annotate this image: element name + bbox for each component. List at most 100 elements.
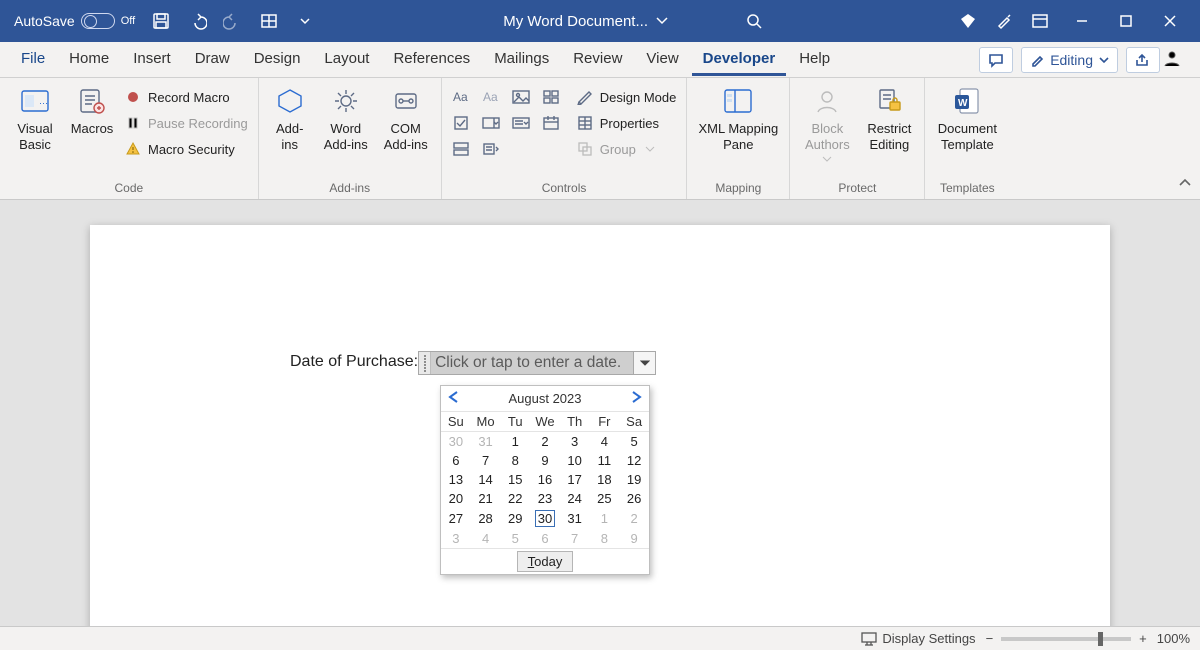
tab-view[interactable]: View [635,43,689,76]
calendar-day-cell[interactable]: 3 [560,432,590,452]
tab-file[interactable]: File [10,43,56,76]
calendar-day-cell[interactable]: 14 [471,470,501,489]
record-macro-button[interactable]: Record Macro [120,84,252,110]
autosave-toggle[interactable]: AutoSave Off [8,13,141,29]
calendar-day-cell[interactable]: 29 [500,508,530,529]
calendar-day-cell[interactable]: 8 [500,451,530,470]
calendar-day-cell[interactable]: 12 [619,451,649,470]
tab-home[interactable]: Home [58,43,120,76]
maximize-button[interactable] [1104,5,1148,37]
design-mode-button[interactable]: Design Mode [572,84,681,110]
calendar-day-cell[interactable]: 30 [530,508,560,529]
properties-button[interactable]: Properties [572,110,681,136]
document-title[interactable]: My Word Document... [503,13,668,30]
display-settings-button[interactable]: Display Settings [861,631,975,646]
search-button[interactable] [738,5,770,37]
tab-layout[interactable]: Layout [313,43,380,76]
tab-draw[interactable]: Draw [184,43,241,76]
calendar-day-cell[interactable]: 9 [619,529,649,548]
macro-security-button[interactable]: Macro Security [120,136,252,162]
word-addins-button[interactable]: Word Add-ins [317,82,375,154]
calendar-day-cell[interactable]: 9 [530,451,560,470]
calendar-day-cell[interactable]: 1 [500,432,530,452]
calendar-day-cell[interactable]: 11 [590,451,620,470]
tab-design[interactable]: Design [243,43,312,76]
com-addins-button[interactable]: COM Add-ins [377,82,435,154]
calendar-day-cell[interactable]: 31 [560,508,590,529]
tab-review[interactable]: Review [562,43,633,76]
calendar-day-cell[interactable]: 18 [590,470,620,489]
date-picker-content-control[interactable]: Click or tap to enter a date. [418,351,656,375]
date-dropdown-button[interactable] [633,352,655,374]
calendar-day-cell[interactable]: 2 [619,508,649,529]
addins-button[interactable]: Add- ins [265,82,315,154]
tab-references[interactable]: References [382,43,481,76]
calendar-day-cell[interactable]: 25 [590,489,620,508]
undo-button[interactable] [181,5,213,37]
plain-text-control-button[interactable]: Aa [478,85,504,109]
calendar-day-cell[interactable]: 27 [441,508,471,529]
collapse-ribbon-button[interactable] [1178,176,1192,193]
calendar-day-cell[interactable]: 3 [441,529,471,548]
calendar-day-cell[interactable]: 19 [619,470,649,489]
tab-developer[interactable]: Developer [692,43,787,76]
save-button[interactable] [145,5,177,37]
control-grip[interactable] [419,352,431,374]
comments-button[interactable] [979,47,1013,73]
account-icon[interactable] [1162,48,1190,71]
diamond-icon[interactable] [952,5,984,37]
calendar-day-cell[interactable]: 28 [471,508,501,529]
qat-dropdown-button[interactable] [289,5,321,37]
repeating-section-control-button[interactable] [448,137,474,161]
calendar-day-cell[interactable]: 15 [500,470,530,489]
minimize-button[interactable] [1060,5,1104,37]
combobox-control-button[interactable] [478,111,504,135]
calendar-day-cell[interactable]: 16 [530,470,560,489]
tab-insert[interactable]: Insert [122,43,182,76]
brush-icon[interactable] [988,5,1020,37]
dropdown-control-button[interactable] [508,111,534,135]
checkbox-control-button[interactable] [448,111,474,135]
calendar-day-cell[interactable]: 23 [530,489,560,508]
zoom-slider[interactable] [1001,637,1131,641]
calendar-day-cell[interactable]: 5 [500,529,530,548]
calendar-day-cell[interactable]: 30 [441,432,471,452]
calendar-day-cell[interactable]: 7 [471,451,501,470]
calendar-day-cell[interactable]: 6 [530,529,560,548]
date-picker-control-button[interactable] [538,111,564,135]
picture-control-button[interactable] [508,85,534,109]
calendar-day-cell[interactable]: 22 [500,489,530,508]
zoom-out-button[interactable]: − [986,631,994,646]
calendar-day-cell[interactable]: 7 [560,529,590,548]
calendar-day-cell[interactable]: 24 [560,489,590,508]
share-button[interactable] [1126,47,1160,73]
macros-button[interactable]: Macros [66,82,118,139]
document-template-button[interactable]: W Document Template [931,82,1003,154]
qat-customize-button[interactable] [253,5,285,37]
visual-basic-button[interactable]: ⋯ Visual Basic [6,82,64,154]
app-window-icon[interactable] [1024,5,1056,37]
calendar-day-cell[interactable]: 4 [590,432,620,452]
legacy-tools-button[interactable] [478,137,504,161]
today-button[interactable]: Today [517,551,574,572]
calendar-day-cell[interactable]: 26 [619,489,649,508]
tab-help[interactable]: Help [788,43,841,76]
redo-button[interactable] [217,5,249,37]
calendar-day-cell[interactable]: 2 [530,432,560,452]
calendar-day-cell[interactable]: 21 [471,489,501,508]
calendar-day-cell[interactable]: 4 [471,529,501,548]
tab-mailings[interactable]: Mailings [483,43,560,76]
document-area[interactable]: Date of Purchase: Click or tap to enter … [0,200,1200,626]
rich-text-control-button[interactable]: Aa [448,85,474,109]
calendar-day-cell[interactable]: 8 [590,529,620,548]
calendar-day-cell[interactable]: 13 [441,470,471,489]
editing-mode-button[interactable]: Editing [1021,47,1118,73]
calendar-day-cell[interactable]: 17 [560,470,590,489]
zoom-in-button[interactable]: + [1139,631,1147,646]
building-block-control-button[interactable] [538,85,564,109]
close-button[interactable] [1148,5,1192,37]
zoom-level[interactable]: 100% [1157,631,1190,646]
calendar-day-cell[interactable]: 20 [441,489,471,508]
calendar-day-cell[interactable]: 10 [560,451,590,470]
restrict-editing-button[interactable]: Restrict Editing [860,82,918,154]
